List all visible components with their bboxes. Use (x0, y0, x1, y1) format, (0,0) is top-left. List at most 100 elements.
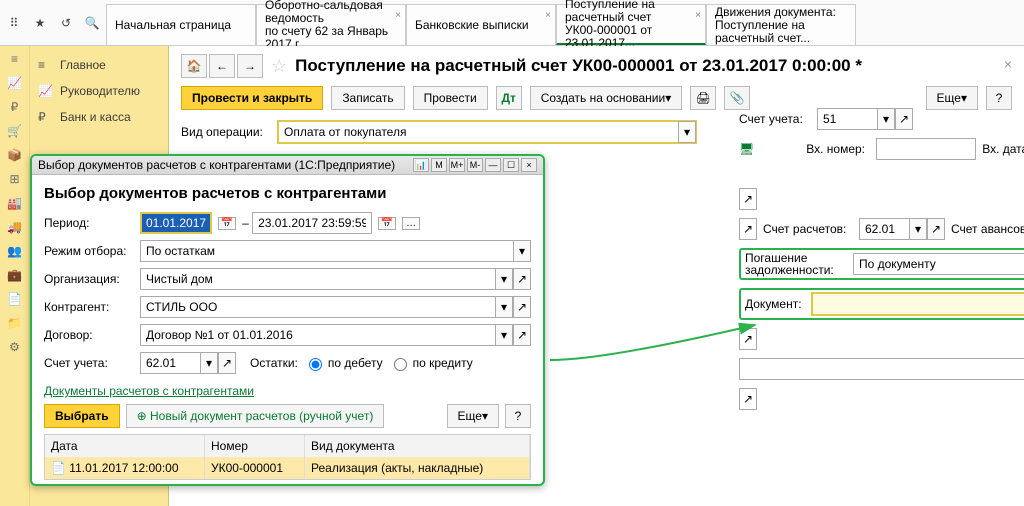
dropdown-icon[interactable]: ▾ (678, 121, 696, 143)
menu-icon[interactable]: ≡ (11, 52, 18, 66)
dlg-acct-input[interactable] (140, 352, 200, 374)
dlg-help-button[interactable]: ? (505, 404, 531, 428)
apps-icon[interactable]: ⠿ (4, 13, 24, 33)
extra-input[interactable] (739, 358, 1024, 380)
docs-table: Дата Номер Вид документа 📄 11.01.2017 12… (44, 434, 531, 480)
period-from-input[interactable]: 01.01.2017 (140, 212, 212, 234)
acct-label: Счет учета: (739, 112, 811, 126)
mminus-icon[interactable]: M- (467, 158, 483, 172)
post-close-button[interactable]: Провести и закрыть (181, 86, 323, 110)
debit-radio[interactable]: по дебету (304, 355, 383, 371)
calc-icon[interactable]: 📊 (413, 158, 429, 172)
people-icon[interactable]: 👥 (7, 244, 22, 258)
search-icon[interactable]: 🔍 (82, 13, 102, 33)
repay-input[interactable] (853, 253, 1024, 275)
post-button[interactable]: Провести (413, 86, 488, 110)
select-button[interactable]: Выбрать (44, 404, 120, 428)
mode-input[interactable] (140, 240, 513, 262)
credit-radio[interactable]: по кредиту (389, 355, 473, 371)
dropdown-icon[interactable]: ▾ (513, 240, 531, 262)
open-icon[interactable]: ↗ (895, 108, 913, 130)
history-icon[interactable]: ↺ (56, 13, 76, 33)
new-doc-button[interactable]: ⊕ Новый документ расчетов (ручной учет) (126, 404, 385, 428)
ellipsis-icon[interactable]: … (402, 217, 420, 230)
sidebar-item-bank[interactable]: ₽Банк и касса (34, 104, 164, 130)
open-icon[interactable]: ↗ (513, 324, 531, 346)
m-icon[interactable]: M (431, 158, 447, 172)
contract-input[interactable] (140, 324, 495, 346)
doc-input[interactable] (812, 293, 1024, 315)
calendar-icon[interactable]: 📅 (218, 217, 236, 230)
dropdown-icon[interactable]: ▾ (200, 352, 218, 374)
dropdown-icon[interactable]: ▾ (877, 108, 895, 130)
truck-icon[interactable]: 🚚 (7, 220, 22, 234)
forward-button[interactable]: → (237, 54, 263, 78)
dropdown-icon[interactable]: ▾ (495, 296, 513, 318)
sidebar-item-main[interactable]: ≡Главное (34, 52, 164, 78)
dlg-more-button[interactable]: Еще ▾ (447, 404, 499, 428)
back-button[interactable]: ← (209, 54, 235, 78)
tab-bank[interactable]: Банковские выписки× (406, 4, 556, 45)
screen-icon[interactable]: 🖥 (739, 142, 754, 156)
create-based-button[interactable]: Создать на основании ▾ (530, 86, 683, 110)
acct-input[interactable] (817, 108, 877, 130)
tab-osalve[interactable]: Оборотно-сальдовая ведомостьпо счету 62 … (256, 4, 406, 45)
close-icon[interactable]: × (695, 9, 701, 22)
favorite-icon[interactable]: ☆ (271, 56, 287, 77)
mode-label: Режим отбора: (44, 244, 134, 258)
tab-home[interactable]: Начальная страница (106, 4, 256, 45)
close-icon[interactable]: × (545, 9, 551, 22)
innum-input[interactable] (876, 138, 976, 160)
print-button[interactable]: 🖨 (690, 86, 716, 110)
open-icon[interactable]: ↗ (513, 268, 531, 290)
org-input[interactable] (140, 268, 495, 290)
col-date[interactable]: Дата (45, 435, 205, 457)
star-icon[interactable]: ★ (30, 13, 50, 33)
grid-icon[interactable]: ⊞ (9, 172, 19, 186)
wallet-icon[interactable]: 💼 (7, 268, 22, 282)
save-button[interactable]: Записать (331, 86, 404, 110)
mplus-icon[interactable]: M+ (449, 158, 465, 172)
folder-icon[interactable]: 📁 (7, 316, 22, 330)
maximize-icon[interactable]: ☐ (503, 158, 519, 172)
calendar-icon[interactable]: 📅 (378, 217, 396, 230)
tab-movements[interactable]: Движения документа:Поступление на расчет… (706, 4, 856, 45)
open-icon[interactable]: ↗ (513, 296, 531, 318)
repay-label: Погашение задолженности: (745, 252, 847, 276)
home-button[interactable]: 🏠 (181, 54, 207, 78)
tab-receipt[interactable]: Поступление на расчетный счетУК00-000001… (556, 4, 706, 45)
open-icon[interactable]: ↗ (927, 218, 945, 240)
ruble-icon: ₽ (38, 110, 52, 124)
settle-input[interactable] (859, 218, 909, 240)
minimize-icon[interactable]: — (485, 158, 501, 172)
open-icon[interactable]: ↗ (739, 328, 757, 350)
table-row[interactable]: 📄 11.01.2017 12:00:00 УК00-000001 Реализ… (45, 457, 530, 479)
sidebar-item-manager[interactable]: 📈Руководителю (34, 78, 164, 104)
cart-icon[interactable]: 🛒 (7, 124, 22, 138)
open-icon[interactable]: ↗ (739, 388, 757, 410)
doc-icon[interactable]: 📄 (7, 292, 22, 306)
chart-icon[interactable]: 📈 (7, 76, 22, 90)
dropdown-icon[interactable]: ▾ (909, 218, 927, 240)
close-icon[interactable]: × (395, 9, 401, 22)
op-input[interactable] (278, 121, 678, 143)
docs-section-title: Документы расчетов с контрагентами (44, 384, 531, 398)
factory-icon[interactable]: 🏭 (7, 196, 22, 210)
dropdown-icon[interactable]: ▾ (495, 268, 513, 290)
col-num[interactable]: Номер (205, 435, 305, 457)
open-icon[interactable]: ↗ (218, 352, 236, 374)
box-icon[interactable]: 📦 (7, 148, 22, 162)
dropdown-icon[interactable]: ▾ (495, 324, 513, 346)
close-icon[interactable]: × (1004, 56, 1012, 72)
dialog-wintitle: Выбор документов расчетов с контрагентам… (38, 158, 395, 172)
open-icon[interactable]: ↗ (739, 188, 757, 210)
ctr-input[interactable] (140, 296, 495, 318)
ruble-icon[interactable]: ₽ (11, 100, 19, 114)
dk-button[interactable]: Дт (496, 86, 522, 110)
col-type[interactable]: Вид документа (305, 435, 530, 457)
open-icon[interactable]: ↗ (739, 218, 757, 240)
period-to-input[interactable] (252, 212, 372, 234)
close-icon[interactable]: × (521, 158, 537, 172)
period-label: Период: (44, 216, 134, 230)
gear-icon[interactable]: ⚙ (9, 340, 20, 354)
